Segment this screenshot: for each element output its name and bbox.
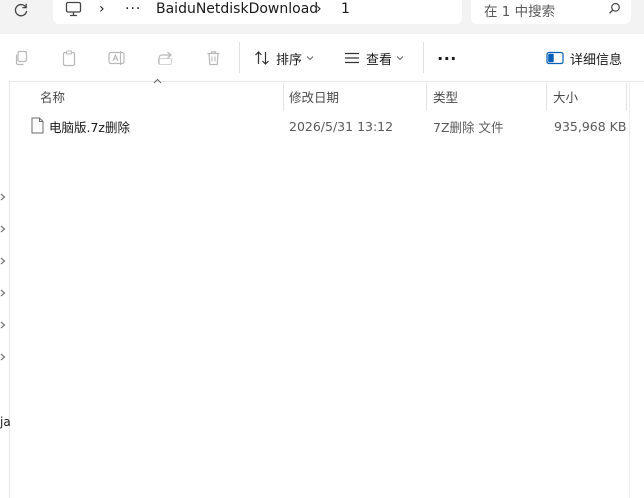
chevron-right-icon[interactable] [0, 353, 6, 361]
view-button[interactable]: 查看 [344, 43, 404, 73]
chevron-right-icon[interactable] [0, 289, 6, 297]
refresh-button[interactable] [8, 0, 34, 22]
search-placeholder: 在 1 中搜索 [484, 4, 556, 20]
file-icon [31, 117, 44, 134]
chevron-right-icon[interactable] [0, 321, 6, 329]
trash-icon [207, 51, 219, 66]
delete-button[interactable] [200, 43, 226, 73]
breadcrumb-item-1[interactable]: 1 [341, 0, 350, 24]
chevron-down-icon [306, 56, 314, 61]
search-input[interactable]: 在 1 中搜索 [471, 0, 631, 24]
chevron-right-icon[interactable] [0, 193, 6, 201]
chevron-down-icon [396, 56, 404, 61]
view-label: 查看 [366, 52, 393, 68]
column-divider[interactable] [426, 83, 427, 111]
search-icon [609, 2, 620, 14]
monitor-icon [65, 1, 82, 17]
clipboard-icon [62, 49, 76, 66]
share-icon [157, 51, 172, 65]
command-bar: 排序 查看 ··· 详细信息 [0, 34, 644, 82]
chevron-right-icon[interactable] [0, 257, 6, 265]
nav-item-label[interactable]: ja [0, 415, 11, 429]
file-type: 7Z删除 文件 [433, 120, 504, 135]
file-name[interactable]: 电脑版.7z删除 [49, 112, 130, 141]
file-date-modified: 2026/5/31 13:12 [289, 119, 394, 134]
details-pane-icon [546, 51, 564, 65]
column-divider[interactable] [546, 83, 547, 111]
rename-button[interactable] [104, 43, 130, 73]
chevron-right-icon[interactable] [0, 225, 6, 233]
refresh-icon [14, 3, 28, 17]
column-divider[interactable] [283, 83, 284, 111]
share-button[interactable] [152, 43, 178, 73]
list-view-icon [345, 52, 359, 64]
breadcrumb-item-baidunetdiskdownload[interactable]: BaiduNetdiskDownload [156, 0, 318, 24]
breadcrumb-overflow-button[interactable]: ··· [125, 0, 141, 24]
vertical-scrollbar[interactable] [629, 81, 630, 498]
column-header-date-modified[interactable]: 修改日期 [289, 81, 419, 111]
column-header-name[interactable]: 名称 [40, 81, 280, 111]
details-pane-button[interactable]: 详细信息 [546, 43, 622, 73]
column-header-size[interactable]: 大小 [553, 81, 623, 111]
navigation-pane[interactable]: ja [0, 81, 11, 498]
toolbar-divider [239, 42, 240, 73]
sort-label: 排序 [276, 52, 303, 68]
address-bar[interactable]: › ··· BaiduNetdiskDownload › 1 [53, 0, 462, 24]
paste-button[interactable] [56, 43, 82, 73]
column-header-type[interactable]: 类型 [433, 81, 543, 111]
details-label: 详细信息 [570, 52, 623, 68]
column-divider[interactable] [626, 83, 627, 111]
address-toolbar: › ··· BaiduNetdiskDownload › 1 在 1 中搜索 [0, 0, 644, 34]
more-options-button[interactable]: ··· [434, 43, 460, 73]
file-row[interactable]: 电脑版.7z删除 2026/5/31 13:12 7Z删除 文件 935,968… [23, 112, 630, 141]
copy-button[interactable] [8, 43, 34, 73]
breadcrumb-separator[interactable]: › [316, 0, 322, 24]
rename-icon [108, 51, 125, 65]
file-size: 935,968 KB [554, 119, 627, 134]
this-pc-button[interactable] [65, 0, 82, 24]
sort-button[interactable]: 排序 [254, 43, 314, 73]
copy-icon [15, 50, 28, 66]
breadcrumb-separator[interactable]: › [99, 0, 105, 24]
toolbar-divider [423, 42, 424, 73]
sort-arrows-icon [255, 51, 269, 65]
